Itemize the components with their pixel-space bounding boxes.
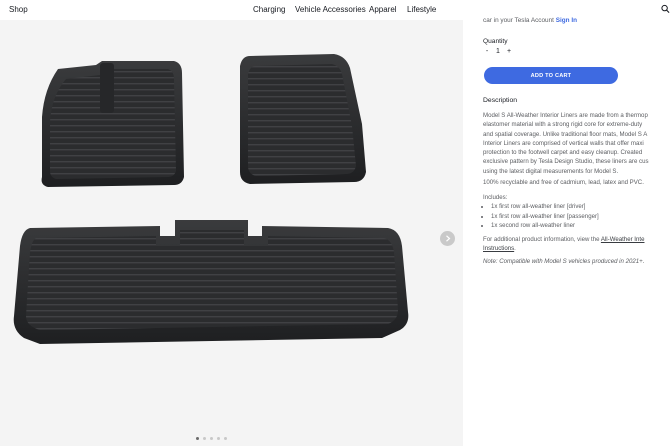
includes-heading: Includes: xyxy=(483,194,508,201)
description-heading: Description xyxy=(483,97,517,104)
quantity-increase-button[interactable]: + xyxy=(505,48,513,55)
description-line: and spatial coverage. Unlike traditional… xyxy=(483,130,648,138)
includes-section: Includes: 1x first row all-weather liner… xyxy=(483,193,599,230)
nav-lifestyle[interactable]: Lifestyle xyxy=(407,5,436,14)
description-line: elastomer material with a strong rigid c… xyxy=(483,121,643,129)
signin-prompt: car in your Tesla Account Sign In xyxy=(483,17,577,24)
chevron-right-icon xyxy=(445,235,450,242)
nav-apparel[interactable]: Apparel xyxy=(369,5,397,14)
includes-item: 1x first row all-weather liner [driver] xyxy=(491,202,599,211)
quantity-stepper: - 1 + xyxy=(483,48,513,55)
rear-floor-liner-image xyxy=(13,220,409,344)
additional-info-period: . xyxy=(514,245,516,253)
gallery-dot[interactable] xyxy=(203,437,206,440)
product-image-gallery xyxy=(0,20,463,446)
nav-vehicle-accessories[interactable]: Vehicle Accessories xyxy=(295,5,366,14)
quantity-label: Quantity xyxy=(483,38,508,45)
next-image-button[interactable] xyxy=(440,231,455,246)
description-line: Model S All-Weather Interior Liners are … xyxy=(483,112,648,119)
passenger-floor-liner-image xyxy=(240,54,366,184)
quantity-decrease-button[interactable]: - xyxy=(483,48,491,55)
quantity-value[interactable]: 1 xyxy=(491,48,505,55)
gallery-dot[interactable] xyxy=(217,437,220,440)
additional-info-text: For additional product information, view… xyxy=(483,236,600,243)
description-line: Interior Liners are comprised of vertica… xyxy=(483,139,644,147)
driver-floor-liner-image xyxy=(41,61,184,187)
signin-prompt-text: car in your Tesla Account xyxy=(483,17,554,24)
compatibility-note: Note: Compatible with Model S vehicles p… xyxy=(483,258,645,265)
description-line: exclusive pattern by Tesla Design Studio… xyxy=(483,158,649,166)
gallery-dot[interactable] xyxy=(210,437,213,440)
gallery-dot[interactable] xyxy=(196,437,199,440)
description-text: Model S All-Weather Interior Liners are … xyxy=(483,111,649,176)
additional-info: For additional product information, view… xyxy=(483,235,644,254)
signin-link[interactable]: Sign In xyxy=(556,17,577,24)
gallery-pagination-dots xyxy=(196,437,227,440)
installation-instructions-link[interactable]: All-Weather Inte xyxy=(601,236,645,243)
recyclable-text: 100% recyclable and free of cadmium, lea… xyxy=(483,179,644,186)
shop-link[interactable]: Shop xyxy=(9,5,28,14)
search-icon[interactable] xyxy=(661,4,670,14)
includes-item: 1x first row all-weather liner [passenge… xyxy=(491,212,599,221)
nav-charging[interactable]: Charging xyxy=(253,5,285,14)
gallery-dot[interactable] xyxy=(224,437,227,440)
installation-instructions-link-continued[interactable]: Instructions xyxy=(483,245,514,252)
includes-item: 1x second row all-weather liner xyxy=(491,221,599,230)
description-line: protection to the footwell carpet and ea… xyxy=(483,149,643,157)
add-to-cart-button[interactable]: ADD TO CART xyxy=(484,67,618,84)
description-line: using the latest digital measurements fo… xyxy=(483,167,619,175)
